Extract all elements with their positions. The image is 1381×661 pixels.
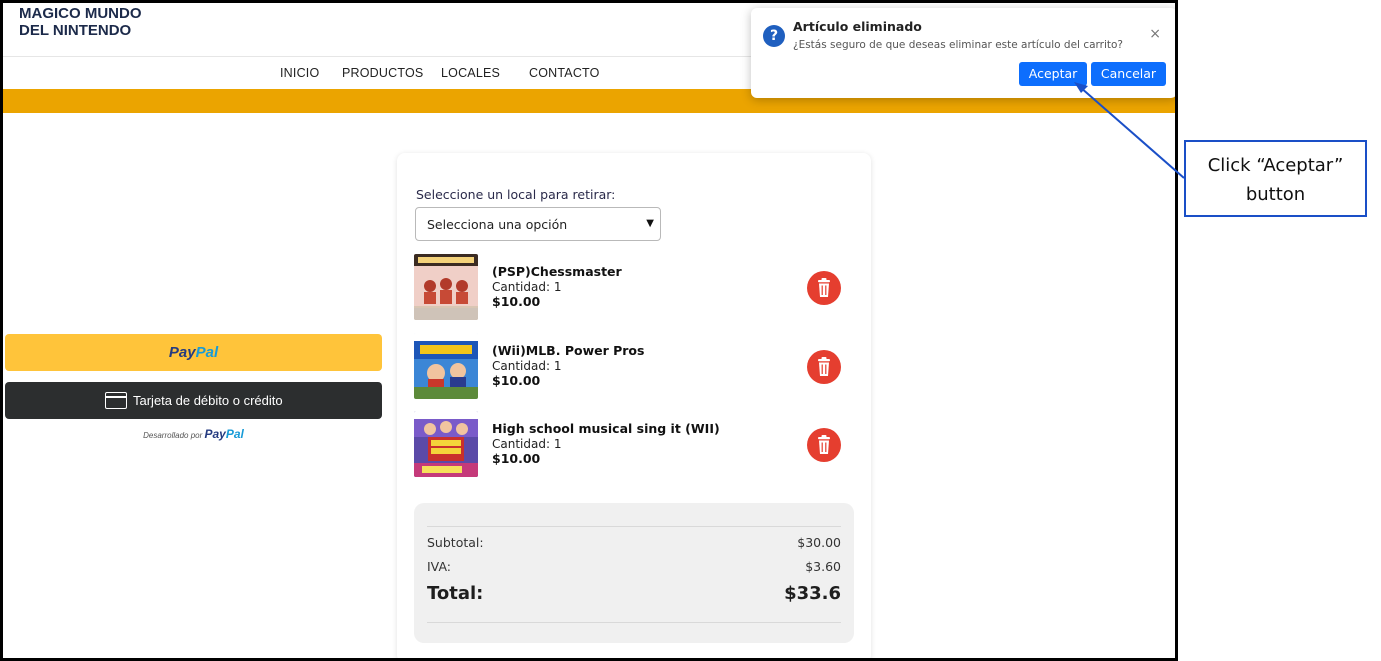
question-icon: ? — [763, 25, 785, 47]
order-summary: Subtotal: $30.00 IVA: $3.60 Total: $33.6 — [414, 503, 854, 643]
iva-label: IVA: — [427, 559, 451, 574]
trash-icon — [818, 278, 830, 297]
nav-item-inicio[interactable]: INICIO — [280, 66, 319, 80]
item-price: $10.00 — [492, 373, 541, 388]
debit-credit-card-button[interactable]: Tarjeta de débito o crédito — [5, 382, 382, 419]
pickup-location-label: Seleccione un local para retirar: — [416, 187, 616, 202]
dialog-title: Artículo eliminado — [793, 19, 922, 34]
credit-card-icon — [105, 392, 127, 409]
product-image-chessmaster — [414, 254, 478, 320]
pickup-location-select[interactable]: Selecciona una opción ▼ — [415, 207, 661, 241]
trash-icon — [818, 435, 830, 454]
callout-line-1: Click “Aceptar” — [1207, 155, 1344, 176]
paypal-pal-text: Pal — [195, 344, 219, 361]
delete-item-button[interactable] — [807, 428, 841, 462]
nav-item-locales[interactable]: LOCALES — [441, 66, 500, 80]
item-quantity: Cantidad: 1 — [492, 437, 562, 451]
paypal-pay-text: Pay — [168, 344, 196, 361]
item-name: (PSP)Chessmaster — [492, 264, 622, 279]
product-image-mlb-power-pros — [414, 333, 478, 399]
chevron-down-icon: ▼ — [646, 218, 654, 229]
total-value: $33.6 — [784, 583, 841, 604]
powered-pay: Pay — [204, 427, 226, 441]
delete-item-button[interactable] — [807, 350, 841, 384]
item-quantity: Cantidad: 1 — [492, 359, 562, 373]
summary-divider — [427, 526, 841, 527]
item-name: (Wii)MLB. Power Pros — [492, 343, 645, 358]
dialog-message: ¿Estás seguro de que deseas eliminar est… — [793, 39, 1124, 51]
summary-divider — [427, 622, 841, 623]
cart-panel: Seleccione un local para retirar: Selecc… — [397, 153, 871, 658]
trash-icon — [818, 357, 830, 376]
site-logo[interactable]: MAGICO MUNDO DEL NINTENDO — [19, 5, 142, 39]
iva-value: $3.60 — [805, 559, 841, 574]
browser-viewport: MAGICO MUNDO DEL NINTENDO INICIO PRODUCT… — [0, 0, 1178, 661]
item-price: $10.00 — [492, 451, 541, 466]
subtotal-row: Subtotal: $30.00 — [427, 535, 841, 550]
powered-pal: Pal — [225, 427, 244, 441]
total-row: Total: $33.6 — [427, 583, 841, 604]
item-name: High school musical sing it (WII) — [492, 421, 720, 436]
nav-item-productos[interactable]: PRODUCTOS — [342, 66, 423, 80]
subtotal-value: $30.00 — [797, 535, 841, 550]
brand-line-2: DEL NINTENDO — [19, 22, 132, 39]
powered-prefix: Desarrollado por — [143, 431, 203, 440]
callout-line-2: button — [1245, 184, 1306, 205]
delete-item-button[interactable] — [807, 271, 841, 305]
nav-item-contacto[interactable]: CONTACTO — [529, 66, 600, 80]
instruction-callout: Click “Aceptar” button — [1184, 140, 1367, 217]
paypal-button[interactable]: PayPal — [5, 334, 382, 371]
cart-item: High school musical sing it (WII) Cantid… — [414, 411, 854, 477]
accept-button[interactable]: Aceptar — [1019, 62, 1087, 86]
iva-row: IVA: $3.60 — [427, 559, 841, 574]
total-label: Total: — [427, 583, 484, 604]
cart-item: (Wii)MLB. Power Pros Cantidad: 1 $10.00 — [414, 333, 854, 399]
powered-by-paypal: Desarrollado por PayPal — [5, 427, 382, 441]
card-button-label: Tarjeta de débito o crédito — [133, 393, 283, 408]
item-quantity: Cantidad: 1 — [492, 280, 562, 294]
product-image-high-school-musical — [414, 411, 478, 477]
confirm-delete-dialog: ? Artículo eliminado ¿Estás seguro de qu… — [751, 8, 1175, 98]
select-value: Selecciona una opción — [427, 217, 568, 232]
subtotal-label: Subtotal: — [427, 535, 484, 550]
close-icon[interactable]: × — [1149, 26, 1161, 42]
item-price: $10.00 — [492, 294, 541, 309]
cancel-button[interactable]: Cancelar — [1091, 62, 1166, 86]
brand-line-1: MAGICO MUNDO — [19, 5, 142, 22]
cart-item: (PSP)Chessmaster Cantidad: 1 $10.00 — [414, 254, 854, 320]
